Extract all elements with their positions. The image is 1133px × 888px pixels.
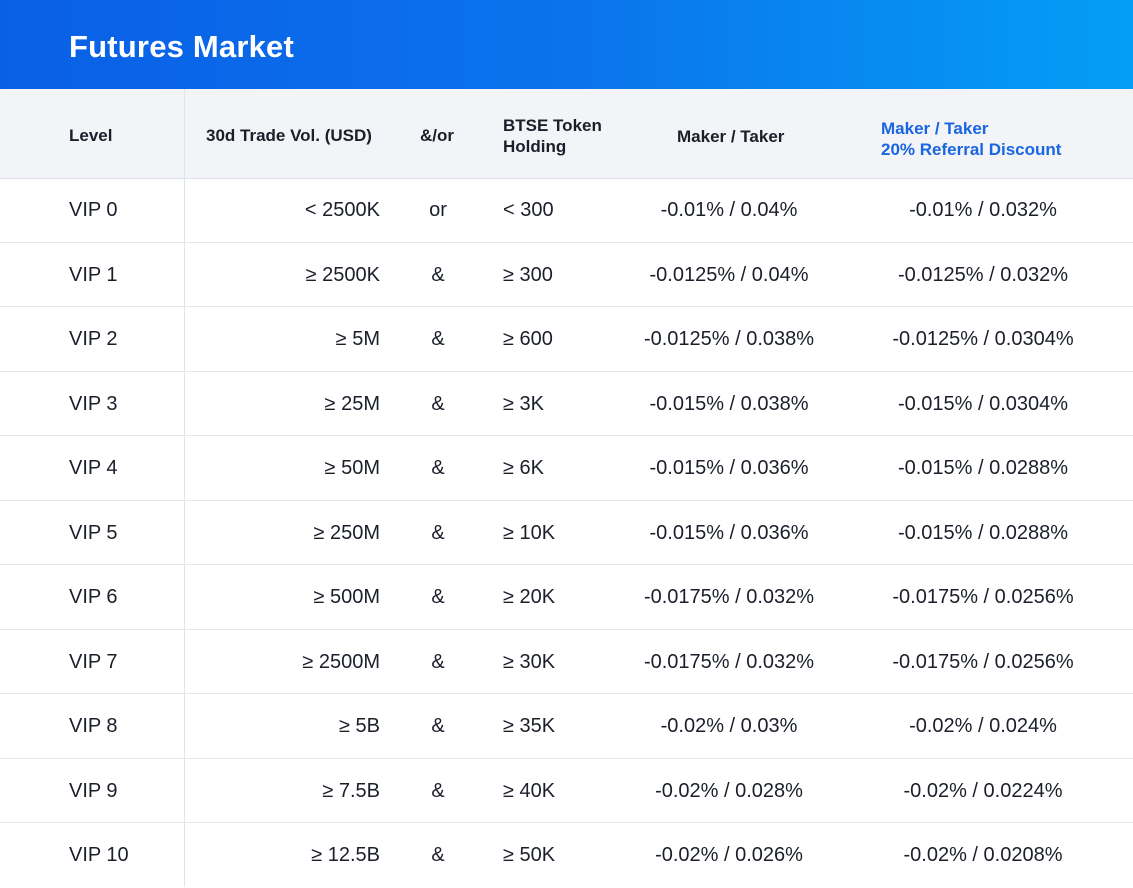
volume-cell: ≥ 2500K — [305, 263, 380, 286]
maker-taker-cell: -0.0175% / 0.032% — [643, 586, 815, 608]
token-holding-cell: ≥ 35K — [503, 715, 556, 737]
referral-fee-cell: -0.0125% / 0.0304% — [892, 328, 1074, 350]
token-holding-cell: < 300 — [503, 199, 554, 221]
token-holding-cell: ≥ 6K — [503, 457, 544, 479]
level-cell: VIP 6 — [69, 586, 118, 608]
column-header-level: Level — [69, 126, 113, 145]
level-cell: VIP 10 — [69, 844, 129, 866]
referral-fee-cell: -0.0175% / 0.0256% — [892, 650, 1074, 673]
referral-fee-cell: -0.0125% / 0.032% — [897, 263, 1069, 286]
referral-fee-cell: -0.0175% / 0.0256% — [892, 586, 1074, 608]
volume-cell: < 2500K — [304, 199, 380, 221]
token-holding-cell: ≥ 300 — [503, 263, 553, 286]
maker-taker-cell: -0.01% / 0.04% — [660, 199, 798, 221]
referral-fee-cell: -0.015% / 0.0288% — [897, 457, 1069, 479]
referral-fee-cell: -0.02% / 0.0208% — [903, 844, 1063, 866]
referral-fee-cell: -0.015% / 0.0288% — [897, 521, 1069, 544]
and-or-cell: & — [431, 457, 445, 479]
maker-taker-cell: -0.015% / 0.038% — [649, 392, 809, 415]
table-header: Level 30d Trade Vol. (USD) &/or BTSE Tok… — [0, 89, 1133, 179]
level-cell: VIP 8 — [69, 715, 118, 737]
maker-taker-cell: -0.0125% / 0.04% — [649, 263, 809, 286]
table-row: VIP 7 ≥ 2500M & ≥ 30K -0.0175% / 0.032% -0.01… — [0, 630, 1133, 694]
column-header-maker-taker: Maker / Taker — [677, 127, 785, 146]
maker-taker-cell: -0.0175% / 0.032% — [643, 650, 815, 673]
volume-cell: ≥ 50M — [324, 457, 380, 479]
and-or-cell: & — [431, 392, 445, 415]
token-holding-cell: ≥ 40K — [503, 779, 556, 802]
volume-cell: ≥ 500M — [313, 586, 380, 608]
table-row: VIP 8 ≥ 5B & ≥ 35K -0.02% / 0.03% -0.02% / 0.… — [0, 694, 1133, 759]
and-or-cell: & — [431, 586, 445, 608]
and-or-cell: & — [431, 328, 445, 350]
and-or-cell: & — [431, 521, 445, 544]
level-cell: VIP 0 — [69, 199, 118, 221]
volume-cell: ≥ 12.5B — [311, 844, 380, 866]
and-or-cell: & — [431, 263, 445, 286]
table-row: VIP 3 ≥ 25M & ≥ 3K -0.015% / 0.038% -0.015% /… — [0, 372, 1133, 436]
token-holding-cell: ≥ 20K — [503, 586, 556, 608]
column-header-token: BTSE Token Holding — [503, 116, 602, 156]
table-row: VIP 5 ≥ 250M & ≥ 10K -0.015% / 0.036% -0.015%… — [0, 501, 1133, 565]
maker-taker-cell: -0.02% / 0.026% — [655, 844, 803, 866]
table-row: VIP 0 < 2500K or < 300 -0.01% / 0.04% -0.01% … — [0, 178, 1133, 243]
and-or-cell: & — [431, 844, 445, 866]
referral-fee-cell: -0.02% / 0.0224% — [903, 779, 1063, 802]
column-header-referral: Maker / Taker 20% Referral Discount — [881, 119, 1062, 159]
table-row: VIP 9 ≥ 7.5B & ≥ 40K -0.02% / 0.028% -0.02% /… — [0, 759, 1133, 823]
and-or-cell: & — [431, 779, 445, 802]
referral-fee-cell: -0.02% / 0.024% — [909, 715, 1057, 737]
level-cell: VIP 1 — [69, 263, 118, 286]
column-header-and-or: &/or — [420, 126, 454, 145]
level-cell: VIP 2 — [69, 328, 118, 350]
maker-taker-cell: -0.02% / 0.03% — [660, 715, 798, 737]
token-holding-cell: ≥ 30K — [503, 650, 556, 673]
and-or-cell: & — [431, 715, 445, 737]
volume-cell: ≥ 25M — [324, 392, 380, 415]
volume-cell: ≥ 250M — [313, 521, 380, 544]
title-banner: Futures Market — [0, 0, 1133, 89]
level-cell: VIP 4 — [69, 457, 118, 479]
volume-cell: ≥ 7.5B — [322, 779, 380, 802]
token-holding-cell: ≥ 50K — [503, 844, 556, 866]
table-row: VIP 2 ≥ 5M & ≥ 600 -0.0125% / 0.038% -0.0125%… — [0, 307, 1133, 372]
fee-table-body: VIP 0 < 2500K or < 300 -0.01% / 0.04% -0.01% … — [0, 178, 1133, 888]
level-cell: VIP 9 — [69, 779, 118, 802]
token-holding-cell: ≥ 10K — [503, 521, 556, 544]
token-holding-cell: ≥ 600 — [503, 328, 553, 350]
maker-taker-cell: -0.0125% / 0.038% — [643, 328, 815, 350]
and-or-cell: & — [431, 650, 445, 673]
referral-fee-cell: -0.01% / 0.032% — [909, 199, 1057, 221]
token-holding-cell: ≥ 3K — [503, 392, 544, 415]
table-row: VIP 1 ≥ 2500K & ≥ 300 -0.0125% / 0.04% -0.012… — [0, 243, 1133, 307]
volume-cell: ≥ 2500M — [302, 650, 380, 673]
level-cell: VIP 3 — [69, 392, 118, 415]
level-cell: VIP 5 — [69, 521, 118, 544]
maker-taker-cell: -0.015% / 0.036% — [649, 521, 809, 544]
volume-cell: ≥ 5B — [339, 715, 380, 737]
table-row: VIP 4 ≥ 50M & ≥ 6K -0.015% / 0.036% -0.015% /… — [0, 436, 1133, 501]
maker-taker-cell: -0.015% / 0.036% — [649, 457, 809, 479]
table-row: VIP 6 ≥ 500M & ≥ 20K -0.0175% / 0.032% -0.017… — [0, 565, 1133, 630]
maker-taker-cell: -0.02% / 0.028% — [655, 779, 803, 802]
level-cell: VIP 7 — [69, 650, 118, 673]
referral-fee-cell: -0.015% / 0.0304% — [897, 392, 1069, 415]
page-title: Futures Market — [69, 29, 295, 64]
table-row: VIP 10 ≥ 12.5B & ≥ 50K -0.02% / 0.026% -0.02%… — [0, 823, 1133, 888]
and-or-cell: or — [429, 199, 447, 221]
volume-cell: ≥ 5M — [335, 328, 380, 350]
column-header-volume: 30d Trade Vol. (USD) — [206, 126, 372, 145]
